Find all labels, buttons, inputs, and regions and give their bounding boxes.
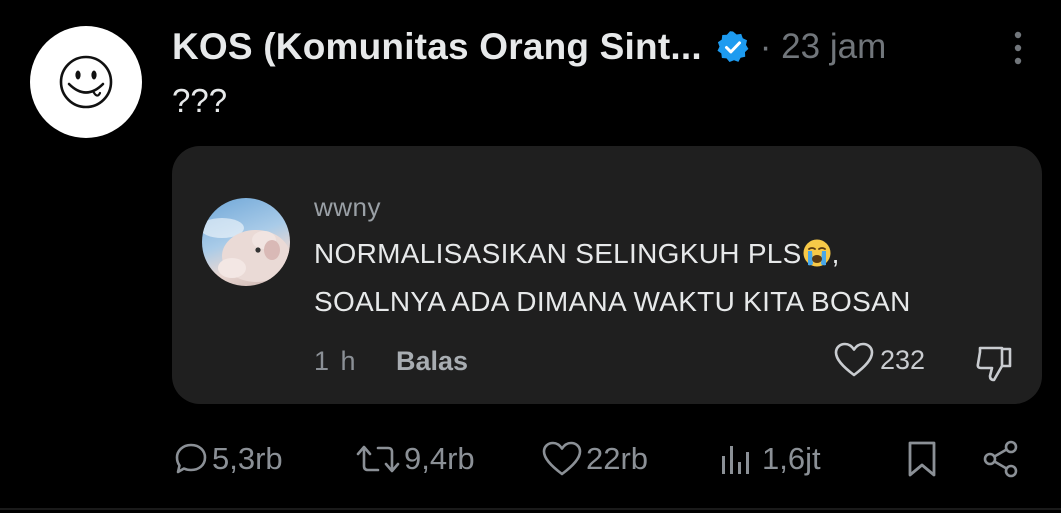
quoted-comment-card[interactable]: wwny NORMALISASIKAN SELINGKUH PLS , SOAL…: [172, 146, 1042, 404]
smiley-face-icon: [59, 55, 113, 109]
divider: [0, 508, 1061, 510]
comment-time: 1 h: [314, 346, 358, 376]
comment-line-1-suffix: ,: [831, 238, 840, 269]
heart-icon: [542, 441, 582, 476]
bookmark-icon: [908, 441, 936, 477]
comment-text-line-2: SOALNYA ADA DIMANA WAKTU KITA BOSAN: [314, 286, 911, 317]
comment-text-line-1: NORMALISASIKAN SELINGKUH PLS ,: [314, 238, 840, 270]
comment-line-1-text: NORMALISASIKAN SELINGKUH PLS: [314, 238, 802, 269]
reply-button[interactable]: Balas: [396, 346, 468, 377]
repost-icon: [356, 445, 400, 473]
post-time: · 23 jam: [759, 27, 887, 66]
comment-bubble-icon: [175, 443, 207, 474]
like-action[interactable]: 22rb: [542, 436, 648, 482]
share-icon: [983, 440, 1018, 478]
views-action[interactable]: 1,6jt: [718, 436, 821, 482]
reply-count: 5,3rb: [212, 441, 283, 476]
heart-icon: [834, 342, 874, 377]
comment-like-button[interactable]: 232: [834, 342, 925, 378]
share-action[interactable]: [982, 436, 1020, 482]
thumbs-down-icon[interactable]: [974, 344, 1014, 384]
verified-badge-icon: [716, 30, 750, 64]
post: KOS (Komunitas Orang Sint... · 23 jam ??…: [0, 0, 1061, 513]
bookmark-action[interactable]: [906, 436, 938, 482]
views-count: 1,6jt: [762, 441, 821, 476]
like-count: 22rb: [586, 441, 649, 476]
loudly-crying-face-emoji-icon: [803, 239, 831, 267]
action-bar: 5,3rb 9,4rb 22rb 1,6jt: [0, 436, 1061, 482]
repost-action[interactable]: 9,4rb: [356, 436, 475, 482]
repost-count: 9,4rb: [404, 441, 475, 476]
author-name[interactable]: KOS (Komunitas Orang Sint...: [172, 26, 702, 68]
commenter-username[interactable]: wwny: [314, 192, 381, 223]
post-text: ???: [172, 82, 228, 119]
reply-action[interactable]: 5,3rb: [174, 436, 283, 482]
more-options-icon[interactable]: [1003, 28, 1033, 68]
commenter-avatar[interactable]: [202, 198, 290, 286]
views-chart-icon: [722, 446, 749, 474]
post-header: KOS (Komunitas Orang Sint... · 23 jam: [172, 22, 886, 72]
author-avatar[interactable]: [30, 26, 142, 138]
comment-like-count: 232: [880, 344, 926, 375]
